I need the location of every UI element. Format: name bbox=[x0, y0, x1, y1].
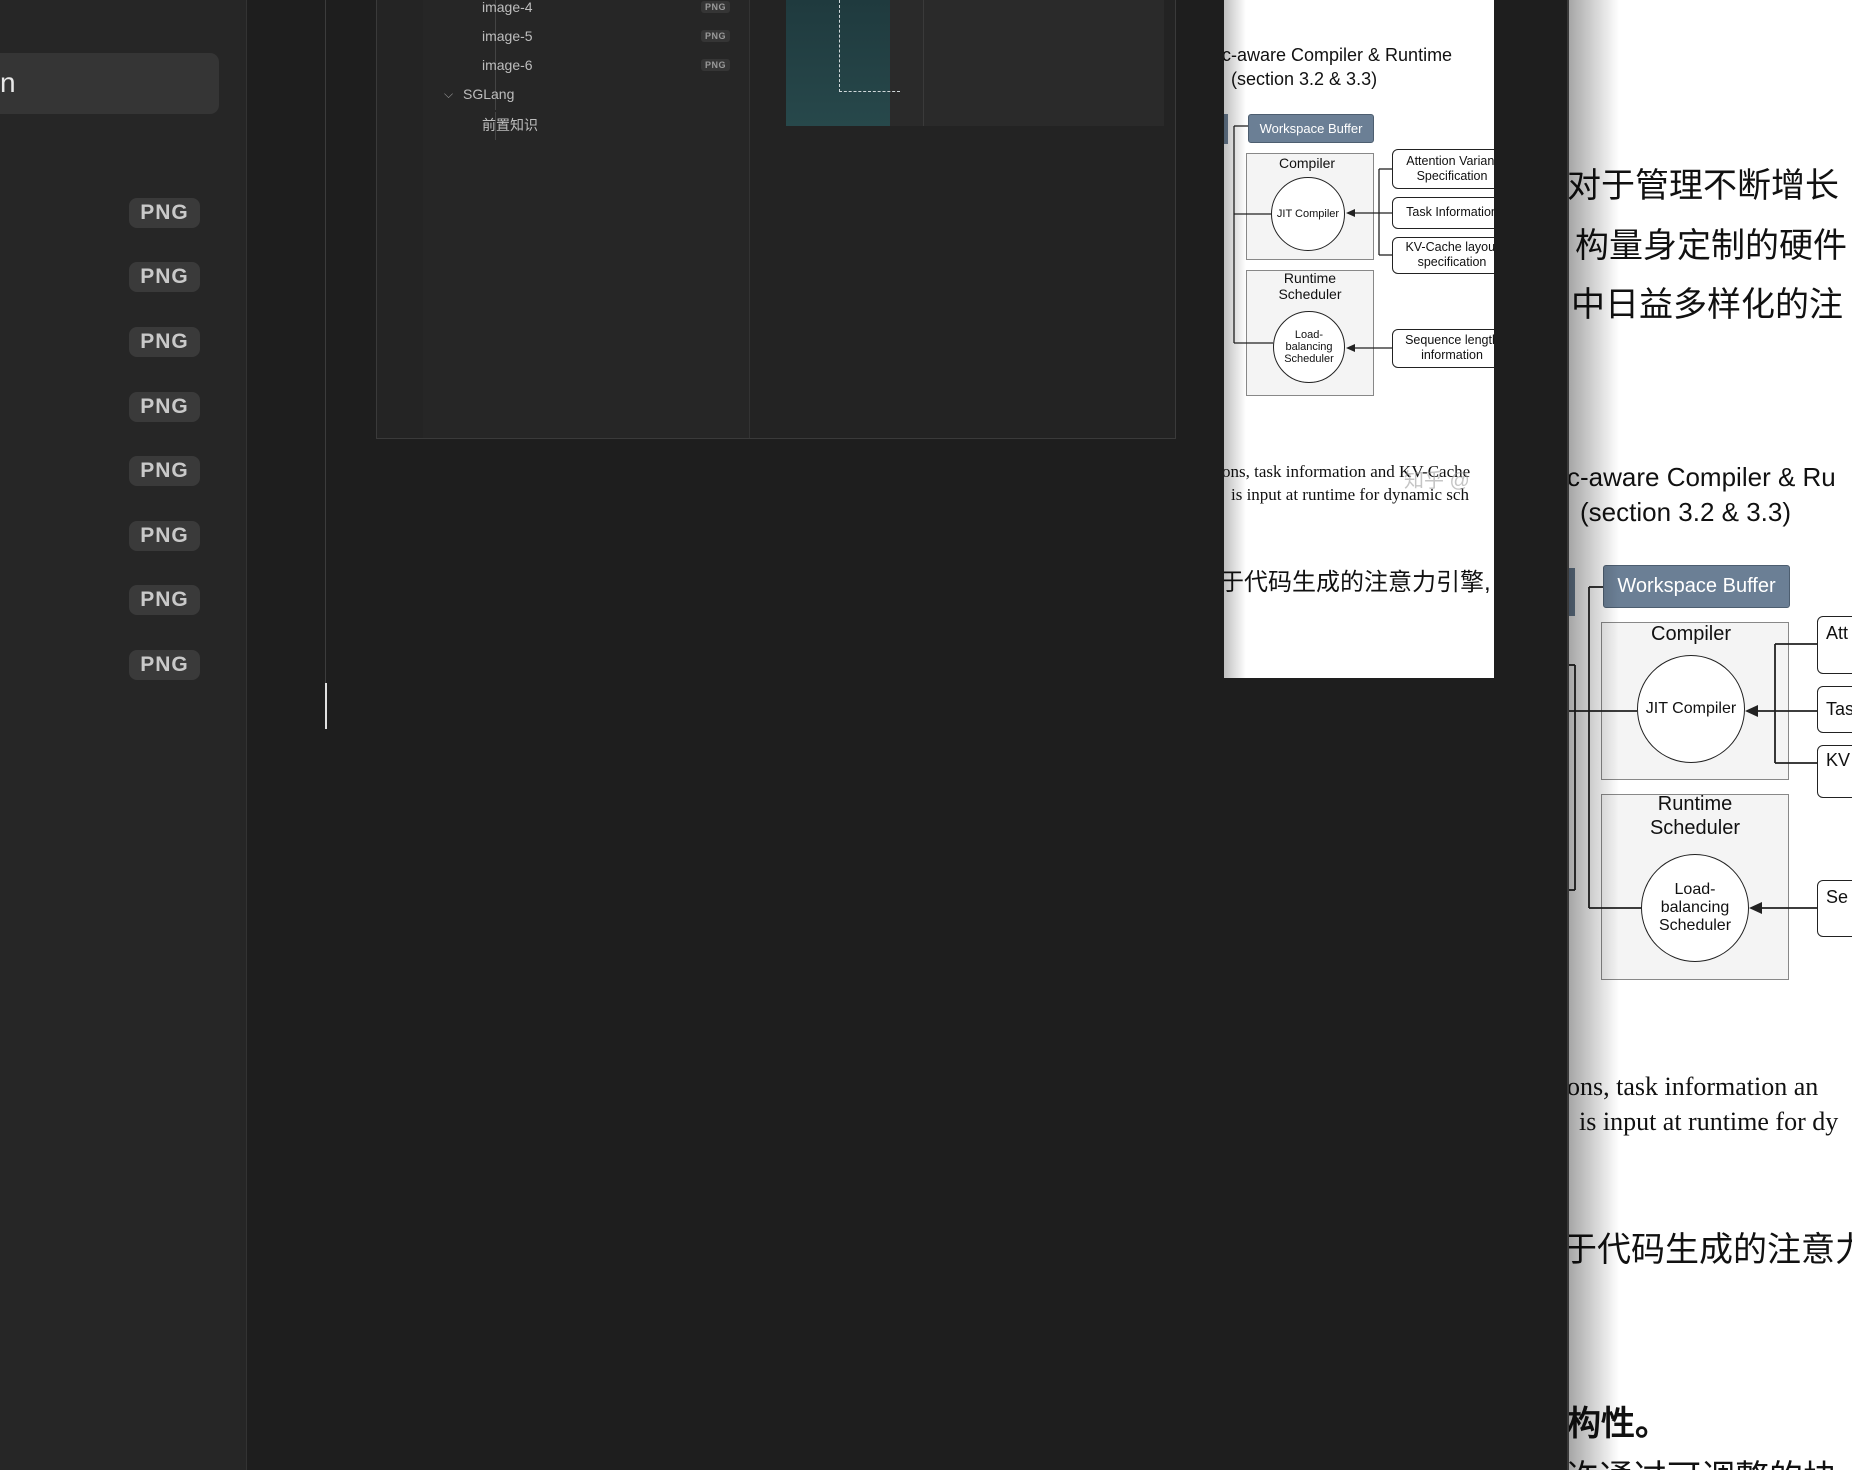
chevron-down-icon: ⌵ bbox=[444, 87, 454, 101]
embedded-screenshot: image-4 PNG image-5 PNG image-6 PNG ⌵ SG… bbox=[376, 0, 1176, 439]
image-thumbnail[interactable]: c-aware Compiler & Runtime (section 3.2 … bbox=[1224, 0, 1494, 678]
png-badge: PNG bbox=[129, 262, 200, 292]
tree-folder-sglang: SGLang bbox=[463, 86, 515, 102]
png-badge: PNG bbox=[129, 585, 200, 615]
tree-item-image-6: image-6 bbox=[482, 57, 533, 73]
embedded-image-preview bbox=[786, 0, 900, 126]
sidebar: n PNG PNG PNG PNG PNG PNG PNG PNG bbox=[0, 0, 247, 1470]
png-badge: PNG bbox=[129, 198, 200, 228]
tree-item-image-4: image-4 bbox=[482, 0, 533, 15]
sidebar-selected-label: n bbox=[0, 67, 16, 98]
png-badge: PNG bbox=[129, 456, 200, 486]
tree-badge: PNG bbox=[701, 30, 731, 42]
tree-item-image-5: image-5 bbox=[482, 28, 533, 44]
png-badge: PNG bbox=[129, 521, 200, 551]
sidebar-selected-item[interactable]: n bbox=[0, 53, 219, 114]
tree-badge: PNG bbox=[701, 1, 731, 13]
tree-badge: PNG bbox=[701, 59, 731, 71]
png-badge: PNG bbox=[129, 650, 200, 680]
dashed-outline bbox=[839, 0, 900, 92]
thumb-edge-shadow bbox=[1224, 0, 1246, 678]
png-badge: PNG bbox=[129, 392, 200, 422]
watermark-text: 知乎 @ bbox=[1404, 470, 1470, 492]
png-badge: PNG bbox=[129, 327, 200, 357]
thumb-cn-line: 于代码生成的注意力引擎, bbox=[1224, 569, 1491, 596]
tree-item-prereq: 前置知识 bbox=[482, 117, 538, 133]
embedded-ribbon bbox=[377, 0, 424, 438]
thumb-connectors bbox=[1224, 114, 1392, 352]
panel-divider bbox=[923, 0, 924, 126]
text-cursor bbox=[325, 683, 327, 729]
doc-edge-shadow bbox=[1569, 0, 1619, 1470]
editor-gutter-line bbox=[325, 0, 326, 712]
